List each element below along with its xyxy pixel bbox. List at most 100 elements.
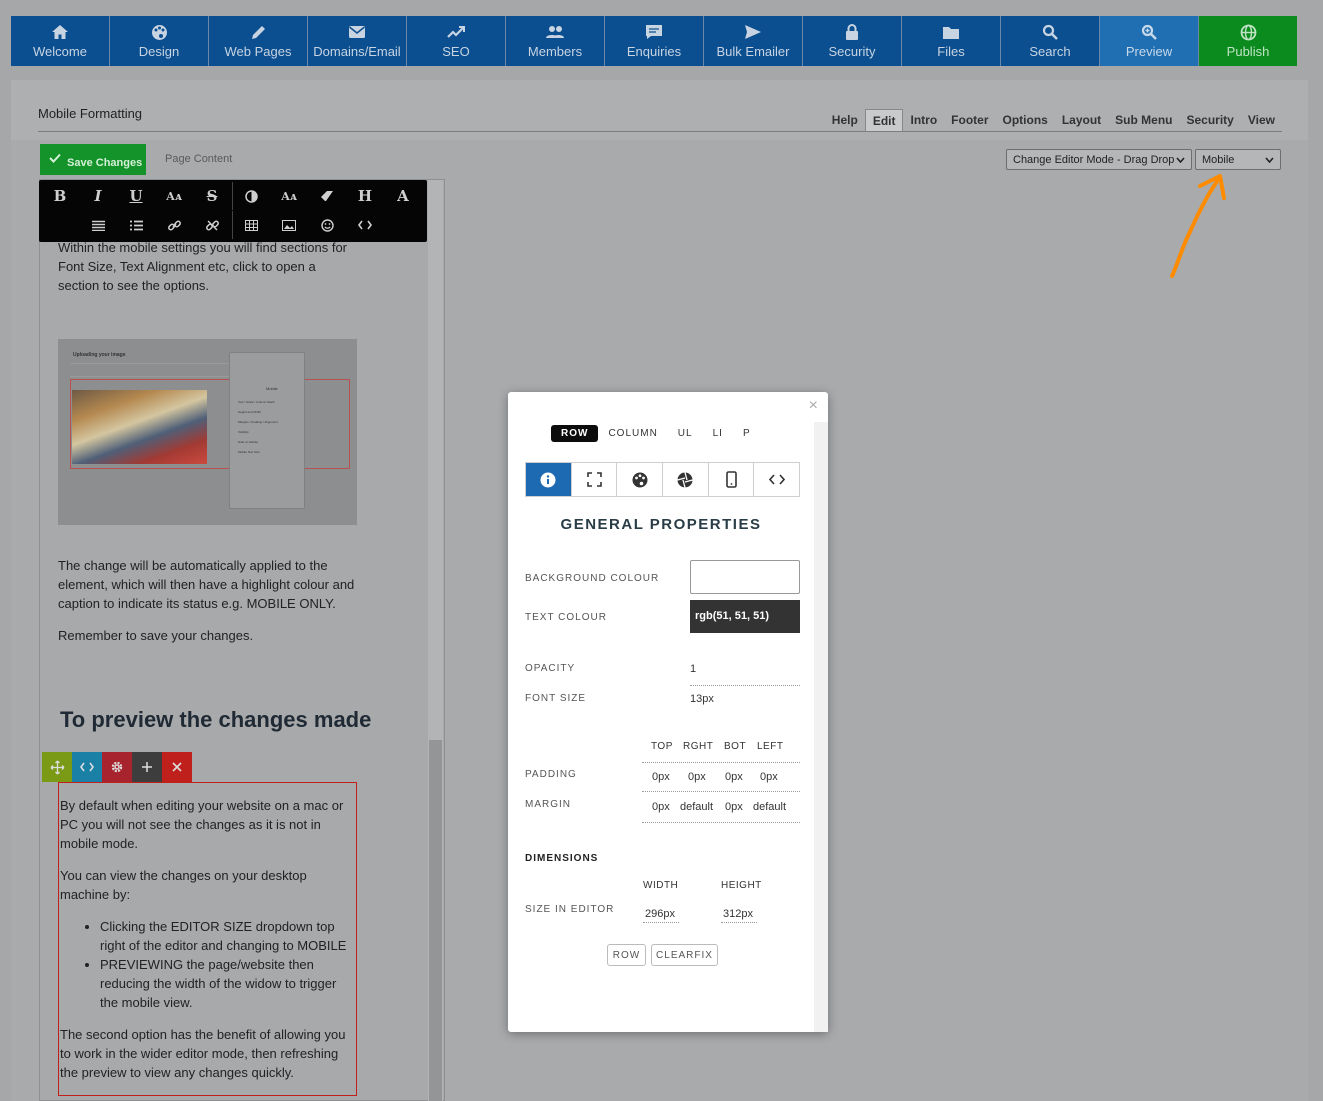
- nav-security[interactable]: Security: [803, 16, 902, 66]
- list-item: Clicking the EDITOR SIZE dropdown top ri…: [100, 917, 354, 955]
- close-icon[interactable]: ×: [809, 397, 818, 415]
- nav-search[interactable]: Search: [1001, 16, 1100, 66]
- tab-help[interactable]: Help: [825, 109, 865, 132]
- tab-security[interactable]: Security: [1180, 109, 1241, 132]
- editor-scrollbar-thumb[interactable]: [429, 740, 442, 1101]
- tab-footer[interactable]: Footer: [944, 109, 995, 132]
- font-size-input[interactable]: 13px: [690, 693, 714, 705]
- gear-icon[interactable]: [102, 752, 132, 782]
- padding-right-input[interactable]: 0px: [688, 771, 706, 783]
- folder-icon: [942, 23, 960, 41]
- font-color-icon[interactable]: A: [386, 182, 420, 210]
- tab-layout[interactable]: Layout: [1055, 109, 1108, 132]
- palette-icon[interactable]: [617, 463, 664, 496]
- padding-top-input[interactable]: 0px: [652, 771, 670, 783]
- tab-ul[interactable]: UL: [668, 425, 703, 442]
- save-changes-button[interactable]: Save Changes: [40, 144, 146, 175]
- mobile-icon[interactable]: [709, 463, 755, 496]
- chart-line-icon: [447, 23, 465, 41]
- link-icon[interactable]: [157, 211, 191, 239]
- nav-members[interactable]: Members: [506, 16, 605, 66]
- text-colour-input[interactable]: rgb(51, 51, 51): [690, 600, 800, 633]
- info-icon[interactable]: [526, 463, 572, 496]
- text-size-icon[interactable]: Aᴀ: [272, 182, 306, 210]
- nav-domains-email[interactable]: Domains/Email: [308, 16, 407, 66]
- tab-column[interactable]: COLUMN: [598, 425, 667, 442]
- strikethrough-icon[interactable]: S: [195, 182, 229, 210]
- nav-seo[interactable]: SEO: [407, 16, 506, 66]
- nav-enquiries[interactable]: Enquiries: [605, 16, 704, 66]
- margin-left-input[interactable]: default: [753, 801, 786, 813]
- row-button[interactable]: ROW: [607, 944, 646, 966]
- expand-icon[interactable]: [572, 463, 618, 496]
- font-size-icon[interactable]: Aᴀ: [157, 182, 191, 210]
- tab-view[interactable]: View: [1241, 109, 1282, 132]
- height-value: 312px: [723, 908, 753, 920]
- tab-p[interactable]: P: [733, 425, 761, 442]
- heading-icon[interactable]: H: [348, 182, 382, 210]
- code-icon[interactable]: [754, 463, 799, 496]
- input-underline: [643, 922, 679, 923]
- padding-label: PADDING: [525, 769, 577, 780]
- nav-label: Search: [1029, 44, 1071, 59]
- nav-files[interactable]: Files: [902, 16, 1001, 66]
- tab-sub-menu[interactable]: Sub Menu: [1108, 109, 1179, 132]
- editor-mode-select[interactable]: Change Editor Mode - Drag Drop: [1006, 149, 1192, 170]
- nav-publish[interactable]: Publish: [1199, 16, 1297, 66]
- nav-preview[interactable]: Preview: [1100, 16, 1199, 66]
- move-icon[interactable]: [42, 752, 72, 782]
- eraser-icon[interactable]: [310, 182, 344, 210]
- table-icon[interactable]: [234, 211, 268, 239]
- home-icon: [51, 23, 69, 41]
- unlink-icon[interactable]: [195, 211, 229, 239]
- editor-size-select[interactable]: Mobile: [1195, 149, 1281, 170]
- nav-label: Publish: [1226, 44, 1270, 59]
- nav-label: Design: [138, 44, 180, 59]
- add-icon[interactable]: [132, 752, 162, 782]
- bold-icon[interactable]: B: [43, 182, 77, 210]
- delete-icon[interactable]: [162, 752, 192, 782]
- input-underline: [642, 762, 800, 763]
- margin-bottom-input[interactable]: 0px: [725, 801, 743, 813]
- background-colour-input[interactable]: [690, 560, 800, 594]
- opacity-input[interactable]: 1: [690, 663, 696, 675]
- nav-label: Files: [937, 44, 965, 59]
- underline-icon[interactable]: U: [119, 182, 153, 210]
- italic-icon[interactable]: I: [81, 182, 115, 210]
- check-icon: [49, 153, 61, 166]
- toolbar-separator: [232, 182, 233, 210]
- align-justify-icon[interactable]: [81, 211, 115, 239]
- contrast-icon[interactable]: [234, 182, 268, 210]
- width-value: 296px: [645, 908, 675, 920]
- tab-li[interactable]: LI: [703, 425, 733, 442]
- nav-label: Bulk Emailer: [716, 44, 790, 59]
- padding-bottom-input[interactable]: 0px: [725, 771, 743, 783]
- browser-top-strip: [0, 0, 1323, 16]
- margin-top-input[interactable]: 0px: [652, 801, 670, 813]
- page-title: Mobile Formatting: [38, 106, 143, 121]
- code-icon[interactable]: [72, 752, 102, 782]
- nav-welcome[interactable]: Welcome: [11, 16, 110, 66]
- tab-options[interactable]: Options: [996, 109, 1055, 132]
- tab-row[interactable]: ROW: [551, 425, 599, 442]
- nav-web-pages[interactable]: Web Pages: [209, 16, 308, 66]
- search-icon: [1042, 23, 1058, 41]
- tab-intro[interactable]: Intro: [903, 109, 944, 132]
- tab-edit[interactable]: Edit: [864, 109, 904, 132]
- image-icon[interactable]: [272, 211, 306, 239]
- editor-paragraph: Within the mobile settings you will find…: [58, 240, 348, 293]
- clearfix-button[interactable]: CLEARFIX: [651, 944, 718, 966]
- nav-design[interactable]: Design: [110, 16, 209, 66]
- editor-mode-value: Change Editor Mode - Drag Drop: [1013, 153, 1175, 166]
- margin-right-input[interactable]: default: [680, 801, 713, 813]
- modal-scrollbar[interactable]: [814, 422, 828, 1032]
- padding-left-input[interactable]: 0px: [760, 771, 778, 783]
- dimensions-label: DIMENSIONS: [525, 853, 599, 864]
- nav-bulk-emailer[interactable]: Bulk Emailer: [704, 16, 803, 66]
- aperture-icon[interactable]: [663, 463, 709, 496]
- code-icon[interactable]: [348, 211, 382, 239]
- emoji-icon[interactable]: [310, 211, 344, 239]
- input-underline: [642, 822, 800, 823]
- bullet-list-icon[interactable]: [119, 211, 153, 239]
- image-mobile-panel: Mobile Text / Scale / Column Stack Heigh…: [229, 352, 305, 509]
